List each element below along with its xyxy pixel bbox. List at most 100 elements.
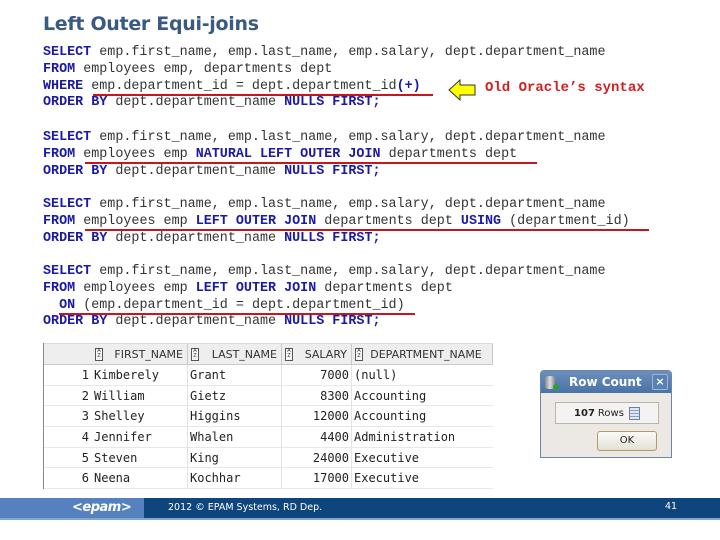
sql-text: employees emp [75, 213, 196, 229]
sql-keyword: FROM [43, 213, 76, 229]
cell-salary[interactable]: 17000 [282, 468, 352, 489]
sql-text: emp.department_id = dept.department_id [83, 78, 397, 94]
row-number[interactable]: 2 [44, 389, 92, 403]
row-count-value: 107 [574, 407, 595, 419]
row-number[interactable]: 5 [44, 451, 92, 465]
row-number-header [44, 344, 92, 364]
sql-text: departments dept [316, 213, 461, 229]
cell-last-name[interactable]: Higgins [188, 406, 282, 427]
code-line: ORDER BY dept.department_name NULLS FIRS… [43, 95, 606, 112]
results-grid: A Z FIRST_NAME A Z LAST_NAME A Z SALARY A Z DEPA… [43, 343, 493, 489]
sql-text: employees emp, departments dept [75, 61, 333, 77]
cell-salary[interactable]: 12000 [282, 406, 352, 427]
code-line: ORDER BY dept.department_name NULLS FIRS… [43, 314, 606, 331]
sql-text: employees emp [75, 280, 196, 296]
sql-text: emp.first_name, emp.last_name, emp.salar… [91, 197, 606, 212]
sort-icon[interactable]: AZ [285, 348, 293, 361]
code-line: FROM employees emp, departments dept [43, 62, 606, 79]
row-number[interactable]: 6 [44, 471, 92, 485]
query-natural-left-outer-join: SELECT emp.first_name, emp.last_name, em… [43, 130, 606, 180]
cell-department-name[interactable]: Executive [352, 468, 493, 488]
sql-text: employees emp [75, 146, 196, 162]
table-row[interactable]: 3 Shelley Higgins 12000 Accounting [44, 406, 493, 428]
cell-first-name[interactable]: Shelley [92, 406, 188, 427]
cell-last-name[interactable]: Gietz [188, 385, 282, 406]
sql-text: (department_id) [501, 213, 630, 229]
row-number[interactable]: 3 [44, 409, 92, 423]
row-count-display: 107 Rows [555, 402, 659, 424]
column-header-first-name[interactable]: A Z FIRST_NAME [92, 344, 188, 364]
sql-keyword: NULLS FIRST; [284, 230, 381, 246]
column-header-salary[interactable]: A Z SALARY [282, 344, 352, 364]
query-left-outer-join-using: SELECT emp.first_name, emp.last_name, em… [43, 197, 649, 248]
code-line: ORDER BY dept.department_name NULLS FIRS… [43, 164, 606, 181]
close-button[interactable]: × [652, 374, 668, 390]
row-number[interactable]: 1 [44, 368, 92, 382]
grid-header: A Z FIRST_NAME A Z LAST_NAME A Z SALARY A Z DEPA… [44, 343, 493, 365]
database-icon [545, 375, 559, 390]
slide-title: Left Outer Equi-joins [43, 13, 259, 35]
cell-salary[interactable]: 4400 [282, 427, 352, 447]
sort-icon[interactable]: AZ [95, 348, 103, 361]
code-line: FROM employees emp LEFT OUTER JOIN depar… [43, 281, 606, 298]
table-row[interactable]: 5 Steven King 24000 Executive [44, 447, 493, 469]
table-row[interactable]: 1 Kimberely Grant 7000 (null) [44, 365, 493, 386]
sql-text: (emp.department_id = dept.department_id) [75, 297, 405, 313]
copyright-text: 2012 © EPAM Systems, RD Dep. [168, 502, 323, 513]
sql-text: emp.first_name, emp.last_name, emp.salar… [91, 45, 606, 60]
cell-first-name[interactable]: Neena [92, 468, 188, 489]
sql-keyword: FROM [43, 146, 76, 162]
sql-text: emp.first_name, emp.last_name, emp.salar… [91, 264, 606, 279]
dialog-title-bar[interactable]: Row Count × [541, 371, 671, 393]
code-line: SELECT emp.first_name, emp.last_name, em… [43, 130, 606, 147]
cell-last-name[interactable]: Whalen [188, 427, 282, 447]
query-left-outer-join-on: SELECT emp.first_name, emp.last_name, em… [43, 264, 606, 331]
highlight-underline [85, 161, 537, 164]
sql-keyword: NULLS FIRST; [284, 314, 381, 330]
highlight-underline [85, 228, 649, 231]
sql-keyword: WHERE [43, 78, 84, 94]
column-header-department-name[interactable]: A Z DEPARTMENT_NAME [352, 344, 493, 364]
code-line: ORDER BY dept.department_name NULLS FIRS… [43, 231, 630, 248]
cell-first-name[interactable]: Kimberely [92, 365, 188, 385]
sql-keyword: ORDER BY [43, 163, 108, 179]
sql-text: dept.department_name [107, 230, 285, 246]
sql-keyword: ORDER BY [43, 95, 108, 111]
sql-keyword: SELECT [43, 130, 92, 145]
table-row[interactable]: 6 Neena Kochhar 17000 Executive [44, 468, 493, 489]
cell-department-name[interactable]: Accounting [352, 406, 493, 426]
cell-last-name[interactable]: Grant [188, 365, 282, 385]
ok-button[interactable]: OK [597, 431, 657, 451]
cell-first-name[interactable]: Jennifer [92, 427, 188, 447]
sql-text: dept.department_name [107, 163, 285, 179]
cell-department-name[interactable]: Executive [352, 448, 493, 468]
old-syntax-note: Old Oracle’s syntax [485, 80, 645, 96]
copy-icon[interactable] [628, 406, 640, 420]
cell-salary[interactable]: 8300 [282, 385, 352, 406]
highlight-underline [93, 93, 433, 96]
table-row[interactable]: 4 Jennifer Whalen 4400 Administration [44, 427, 493, 448]
cell-salary[interactable]: 7000 [282, 365, 352, 385]
sql-keyword: ON [59, 297, 76, 313]
cell-department-name[interactable]: (null) [352, 365, 493, 385]
sql-text: departments dept [380, 146, 518, 162]
table-row[interactable]: 2 William Gietz 8300 Accounting [44, 385, 493, 407]
sql-keyword: NULLS FIRST; [284, 95, 381, 111]
cell-last-name[interactable]: King [188, 447, 282, 468]
cell-department-name[interactable]: Accounting [352, 386, 493, 406]
cell-salary[interactable]: 24000 [282, 447, 352, 468]
cell-last-name[interactable]: Kochhar [188, 468, 282, 489]
cell-first-name[interactable]: William [92, 385, 188, 406]
epam-logo: <epam> [72, 500, 132, 515]
row-number[interactable]: 4 [44, 430, 92, 444]
cell-first-name[interactable]: Steven [92, 447, 188, 468]
column-header-last-name[interactable]: A Z LAST_NAME [188, 344, 282, 364]
sql-keyword: USING [460, 213, 502, 229]
sort-icon[interactable]: AZ [355, 348, 363, 361]
sql-keyword: ORDER BY [43, 314, 108, 330]
cell-department-name[interactable]: Administration [352, 427, 493, 447]
sql-keyword: SELECT [43, 264, 92, 279]
page-number: 41 [665, 501, 678, 512]
sort-icon[interactable]: AZ [191, 348, 199, 361]
